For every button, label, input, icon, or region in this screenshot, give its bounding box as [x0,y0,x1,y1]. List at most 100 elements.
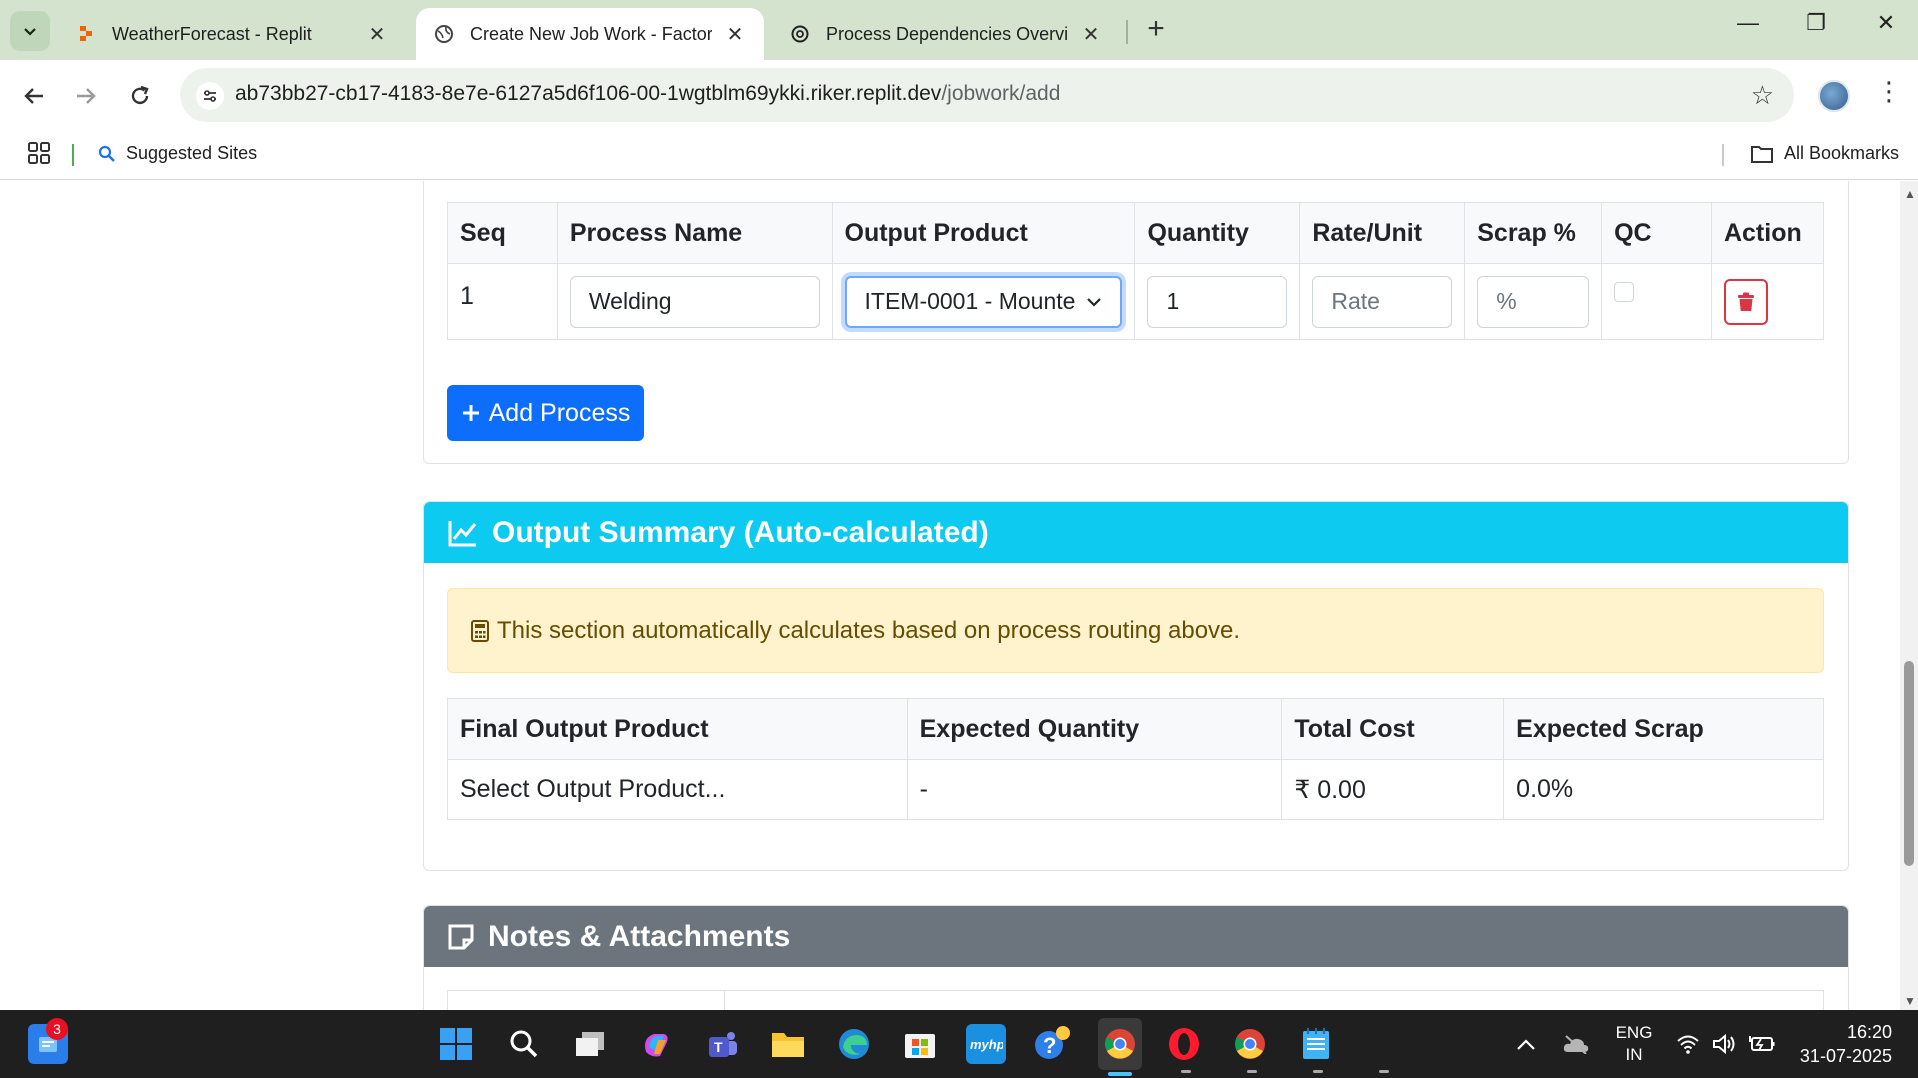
bookmark-label: Suggested Sites [126,143,258,163]
tray-overflow-icon[interactable] [1516,1010,1536,1078]
column-header-total-cost: Total Cost [1281,698,1505,760]
notepad-icon[interactable] [1296,1024,1336,1064]
bookmark-label: All Bookmarks [1784,143,1900,163]
svg-text:?: ? [1043,1033,1056,1058]
chart-line-icon [448,520,477,546]
bookmark-suggested-sites[interactable]: Suggested Sites [98,143,257,164]
forward-button[interactable] [66,76,106,116]
scrap-cell: % [1464,263,1603,340]
notes-header: Notes & Attachments [424,906,1848,967]
onedrive-icon[interactable] [1562,1010,1590,1078]
more-menu-icon[interactable]: ⋮ [1876,76,1902,107]
running-indicator [1247,1070,1257,1073]
qc-checkbox[interactable] [1614,282,1635,302]
bookmark-divider [72,144,74,166]
quantity-input[interactable]: 1 [1147,275,1288,328]
table-row: 1 Welding ITEM-0001 - Mounted 1 Rate % [447,263,1825,340]
all-bookmarks-button[interactable]: All Bookmarks [1750,143,1899,164]
column-header-scrap: Scrap % [1464,202,1603,264]
new-tab-button[interactable]: + [1138,12,1174,46]
battery-icon[interactable] [1748,1010,1776,1078]
microsoft-store-icon[interactable] [900,1024,940,1064]
output-summary-header: Output Summary (Auto-calculated) [424,502,1848,563]
process-name-input[interactable]: Welding [569,275,820,328]
apps-grid-icon[interactable] [28,142,50,169]
column-header-final-output: Final Output Product [447,698,908,760]
scroll-thumb[interactable] [1904,661,1914,866]
back-button[interactable] [14,76,54,116]
column-header-expected-quantity: Expected Quantity [906,698,1283,760]
language-text: ENG [1615,1023,1653,1042]
scroll-down-arrow[interactable]: ▼ [1904,994,1916,1008]
page-scrollbar[interactable]: ▲ ▼ [1900,181,1918,1010]
column-header-process-name: Process Name [556,202,833,264]
active-app-indicator [1108,1072,1132,1076]
close-icon[interactable]: ✕ [1080,22,1102,47]
notes-card: Notes & Attachments [423,905,1849,1010]
rate-input[interactable]: Rate [1312,275,1453,328]
chevron-down-icon [1087,297,1102,307]
scrap-input[interactable]: % [1477,275,1590,328]
profile-avatar[interactable] [1818,80,1850,112]
table-header-row: Seq Process Name Output Product Quantity… [447,202,1825,264]
chrome-active-icon[interactable] [1098,1018,1142,1070]
add-process-button[interactable]: Add Process [447,385,644,441]
process-name-cell: Welding [556,263,833,340]
notification-badge: 3 [46,1018,68,1040]
tab-weatherforecast[interactable]: WeatherForecast - Replit ✕ [58,8,406,60]
copilot-icon[interactable] [636,1024,676,1064]
chrome-icon[interactable] [1230,1024,1270,1064]
site-info-icon[interactable] [196,82,224,110]
taskbar: 3 T myhp ? ENG IN 16:20 31-07-2025 [0,1010,1918,1078]
globe-icon [434,24,454,44]
volume-icon[interactable] [1712,1010,1738,1078]
restore-button[interactable]: ❐ [1796,10,1836,36]
task-view-icon[interactable] [570,1024,610,1064]
arrow-left-icon [24,88,43,104]
column-header-seq: Seq [447,202,558,264]
chevron-down-icon [24,28,36,36]
quantity-cell: 1 [1134,263,1301,340]
tab-search-button[interactable] [10,11,50,51]
output-product-cell: ITEM-0001 - Mounted [831,263,1136,340]
bookmark-star-icon[interactable]: ☆ [1751,80,1774,111]
tab-title: Create New Job Work - Factory [470,23,712,44]
column-header-quantity: Quantity [1134,202,1301,264]
reload-icon [131,85,149,105]
output-product-select[interactable]: ITEM-0001 - Mounted [844,275,1123,328]
running-indicator [1379,1070,1389,1073]
column-header-action: Action [1710,202,1825,264]
process-table: Seq Process Name Output Product Quantity… [447,202,1825,340]
column-header-rate-unit: Rate/Unit [1299,202,1466,264]
myhp-icon[interactable]: myhp [966,1024,1006,1064]
file-explorer-icon[interactable] [768,1024,808,1064]
scroll-up-arrow[interactable]: ▲ [1904,187,1916,201]
delete-process-button[interactable] [1723,278,1768,325]
expected-quantity-cell: - [906,759,1283,820]
reload-button[interactable] [120,76,160,116]
wifi-icon[interactable] [1676,1010,1700,1078]
bookmark-divider [1722,144,1724,166]
url-text: ab73bb27-cb17-4183-8e7e-6127a5d6f106-00-… [235,82,1060,106]
window-close-button[interactable]: ✕ [1866,10,1906,36]
search-icon[interactable] [504,1024,544,1064]
help-icon[interactable]: ? [1032,1024,1072,1064]
replit-icon [76,24,96,44]
tab-strip: WeatherForecast - Replit ✕ Create New Jo… [0,0,1918,60]
opera-icon[interactable] [1164,1024,1204,1064]
windows-start-icon[interactable] [436,1024,476,1064]
teams-icon[interactable]: T [702,1024,742,1064]
column-header-expected-scrap: Expected Scrap [1503,698,1824,760]
language-indicator[interactable]: ENG IN [1614,1010,1654,1078]
minimize-button[interactable]: — [1728,10,1768,36]
tab-process-dependencies[interactable]: Process Dependencies Overview ✕ [772,8,1120,60]
address-bar[interactable]: ab73bb27-cb17-4183-8e7e-6127a5d6f106-00-… [180,68,1794,122]
tab-create-job-work[interactable]: Create New Job Work - Factory ✕ [416,8,764,60]
sticky-note-icon [448,924,474,949]
close-icon[interactable]: ✕ [366,22,388,47]
close-icon[interactable]: ✕ [724,22,746,47]
system-clock[interactable]: 16:20 31-07-2025 [1796,1020,1892,1068]
bookmarks-bar: Suggested Sites All Bookmarks [0,130,1918,180]
arrow-right-icon [77,88,96,104]
edge-icon[interactable] [834,1024,874,1064]
